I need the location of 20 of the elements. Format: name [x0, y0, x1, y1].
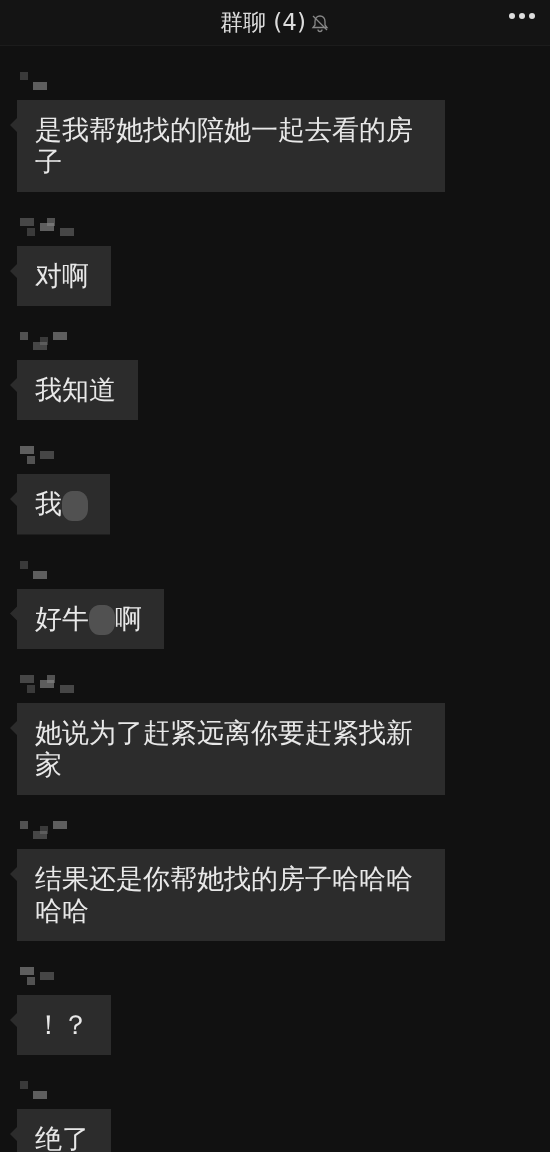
- more-icon[interactable]: [508, 12, 536, 20]
- pixelated-name: [20, 218, 74, 236]
- pixelated-name: [20, 1081, 47, 1099]
- message-bubble: 是我帮她找的陪她一起去看的房子: [10, 100, 445, 192]
- message-bubble: 她说为了赶紧远离你要赶紧找新家: [10, 703, 445, 795]
- message-bubble: 我: [10, 474, 110, 535]
- pixelated-name: [20, 967, 54, 985]
- pixelated-name: [20, 821, 67, 839]
- pixelated-name: [20, 332, 67, 350]
- message-bubble: 我知道: [10, 360, 138, 420]
- message-bubble: 结果还是你帮她找的房子哈哈哈哈哈: [10, 849, 445, 941]
- pixelated-name: [20, 560, 47, 579]
- message-bubble: 对啊: [10, 246, 111, 306]
- pixelated-name: [20, 675, 74, 693]
- message-bubble: 好牛 啊: [10, 588, 164, 649]
- chat-title: 群聊 (4): [220, 8, 306, 37]
- message-bubble: ！？: [10, 995, 111, 1055]
- pixelated-name: [20, 72, 47, 90]
- pixelated-name: [20, 446, 54, 464]
- message-bubble: 绝了: [10, 1109, 111, 1152]
